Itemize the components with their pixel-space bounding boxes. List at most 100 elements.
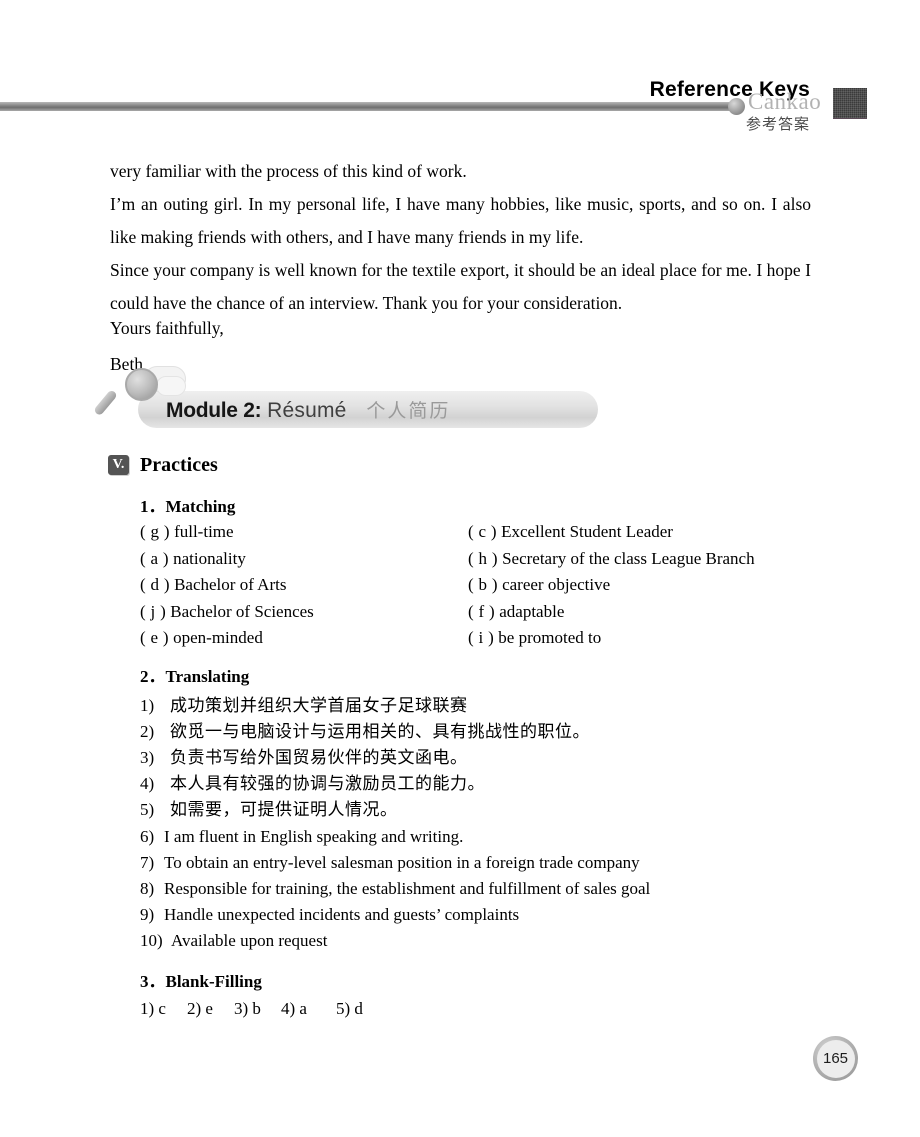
item-number: 2) <box>140 722 155 741</box>
matching-text: Secretary of the class League Branch <box>502 548 755 568</box>
item-text: 负责书写给外国贸易伙伴的英文函电。 <box>170 748 468 768</box>
matching-text: Bachelor of Arts <box>174 575 287 594</box>
matching-text: career objective <box>502 575 611 594</box>
translating-item: 8) Responsible for training, the establis… <box>140 879 650 899</box>
subsection-title-blank-filling: 3．Blank-Filling <box>140 972 262 991</box>
matching-tag: ( e ) <box>140 628 169 647</box>
answer-value: a <box>299 999 307 1018</box>
matching-tag: ( d ) <box>140 575 170 594</box>
matching-item: ( f ) adaptable <box>468 599 755 626</box>
answer-entry: 1) c <box>140 999 187 1019</box>
matching-left-column: ( g ) full-time ( a ) nationality ( d ) … <box>140 519 314 652</box>
answer-value: d <box>354 999 363 1018</box>
translating-item: 4) 本人具有较强的协调与激励员工的能力。 <box>140 769 485 794</box>
module-label: Module 2: <box>166 399 262 422</box>
item-text: 成功策划并组织大学首届女子足球联赛 <box>170 696 468 716</box>
item-text: Available upon request <box>171 931 328 950</box>
item-number: 5) <box>140 800 155 819</box>
answer-value: b <box>252 999 261 1018</box>
matching-text: full-time <box>174 522 234 541</box>
magnifier-cloud-shape-2 <box>156 376 186 396</box>
answer-value: c <box>158 999 166 1018</box>
item-number: 6) <box>140 827 155 846</box>
item-text: Responsible for training, the establishm… <box>164 879 651 898</box>
header-pinyin: Cankao <box>748 89 822 114</box>
translating-item: 9) Handle unexpected incidents and guests… <box>140 905 519 925</box>
module-english-title: Résumé <box>267 399 347 422</box>
translating-item: 6) I am fluent in English speaking and wr… <box>140 827 463 847</box>
item-number: 8) <box>140 879 155 898</box>
matching-item: ( e ) open-minded <box>140 625 314 652</box>
answer-number: 2) <box>187 999 202 1018</box>
paragraph-signoff: Yours faithfully, <box>110 318 224 338</box>
translating-item: 10) Available upon request <box>140 931 327 951</box>
page-number: 165 <box>822 1050 849 1067</box>
answer-entry: 4) a <box>281 999 336 1019</box>
matching-tag: ( c ) <box>468 522 497 541</box>
item-text: 本人具有较强的协调与激励员工的能力。 <box>170 774 485 794</box>
blank-filling-answers: 1) c 2) e 3) b 4) a 5) d <box>140 999 363 1019</box>
item-text: To obtain an entry-level salesman positi… <box>164 853 640 872</box>
item-number: 10) <box>140 931 163 950</box>
item-text: I am fluent in English speaking and writ… <box>164 827 464 846</box>
item-number: 7) <box>140 853 155 872</box>
translating-item: 7) To obtain an entry-level salesman posi… <box>140 853 640 873</box>
module-chinese-title: 个人简历 <box>366 400 451 422</box>
translating-item: 1) 成功策划并组织大学首届女子足球联赛 <box>140 691 468 716</box>
item-number: 1) <box>140 696 155 715</box>
matching-tag: ( h ) <box>468 548 498 568</box>
matching-tag: ( g ) <box>140 522 170 541</box>
header-corner-block <box>833 88 867 119</box>
matching-item: ( i ) be promoted to <box>468 625 755 652</box>
section-title-practices: Practices <box>140 454 218 476</box>
answer-entry: 5) d <box>336 999 363 1019</box>
matching-item: ( h ) Secretary of the class League Bran… <box>468 546 755 573</box>
item-text: Handle unexpected incidents and guests’ … <box>164 905 520 924</box>
header-rule-bar <box>0 102 733 111</box>
paragraph-3: Since your company is well known for the… <box>110 260 811 313</box>
matching-item: ( c ) Excellent Student Leader <box>468 519 755 546</box>
matching-item: ( j ) Bachelor of Sciences <box>140 599 314 626</box>
section-numeral-badge: V. <box>108 455 129 475</box>
matching-text: be promoted to <box>498 628 602 647</box>
matching-text: nationality <box>173 548 246 568</box>
subsection-title-matching: 1．Matching <box>140 497 236 516</box>
item-text: 欲觅一与电脑设计与运用相关的、具有挑战性的职位。 <box>170 722 590 742</box>
translating-item: 3) 负责书写给外国贸易伙伴的英文函电。 <box>140 743 468 768</box>
item-number: 9) <box>140 905 155 924</box>
item-number: 4) <box>140 774 155 793</box>
matching-text: Bachelor of Sciences <box>170 601 314 621</box>
subsection-title-translating: 2．Translating <box>140 667 250 686</box>
matching-item: ( a ) nationality <box>140 546 314 573</box>
matching-tag: ( f ) <box>468 601 495 621</box>
translating-item: 2) 欲觅一与电脑设计与运用相关的、具有挑战性的职位。 <box>140 717 590 742</box>
matching-right-column: ( c ) Excellent Student Leader ( h ) Sec… <box>468 519 755 652</box>
module-banner-text: Module 2: Résumé 个人简历 <box>166 396 450 423</box>
magnifier-handle <box>93 389 118 417</box>
matching-text: Excellent Student Leader <box>501 522 673 541</box>
answer-value: e <box>205 999 213 1018</box>
answer-entry: 3) b <box>234 999 281 1019</box>
paragraph-signature: Beth <box>110 354 144 374</box>
matching-item: ( b ) career objective <box>468 572 755 599</box>
matching-tag: ( a ) <box>140 548 169 568</box>
matching-tag: ( b ) <box>468 575 498 594</box>
answer-number: 5) <box>336 999 351 1018</box>
answer-number: 1) <box>140 999 155 1018</box>
page-header: Reference Keys Cankao 参考答案 <box>0 0 920 145</box>
translating-item: 5) 如需要，可提供证明人情况。 <box>140 795 398 820</box>
matching-tag: ( i ) <box>468 628 495 647</box>
answer-entry: 2) e <box>187 999 234 1019</box>
matching-text: open-minded <box>173 628 263 647</box>
paragraph-1: very familiar with the process of this k… <box>110 161 467 181</box>
paragraph-2: I’m an outing girl. In my personal life,… <box>110 194 811 247</box>
answer-number: 3) <box>234 999 249 1018</box>
magnifier-lens <box>125 368 158 401</box>
item-number: 3) <box>140 748 155 767</box>
header-chinese-title: 参考答案 <box>745 115 810 133</box>
answer-number: 4) <box>281 999 296 1018</box>
matching-text: adaptable <box>499 601 565 621</box>
matching-item: ( g ) full-time <box>140 519 314 546</box>
matching-tag: ( j ) <box>140 601 167 621</box>
matching-item: ( d ) Bachelor of Arts <box>140 572 314 599</box>
